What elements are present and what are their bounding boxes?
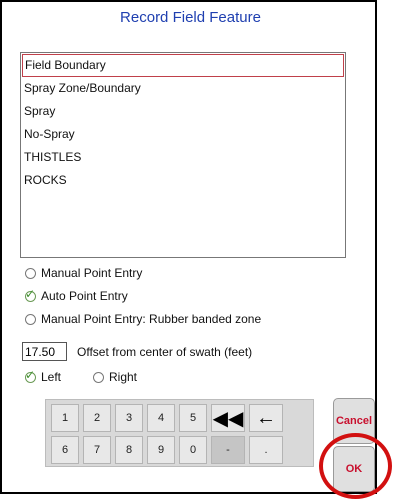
list-item[interactable]: ROCKS [21, 169, 345, 192]
left-side-option[interactable]: ✓ Left [25, 368, 62, 384]
dialog-title: Record Field Feature [120, 9, 261, 26]
list-item[interactable]: Spray [21, 100, 345, 123]
offset-input[interactable] [22, 342, 67, 361]
key-5[interactable]: 5 [179, 404, 207, 432]
key-8[interactable]: 8 [115, 436, 143, 464]
offset-row: Offset from center of swath (feet) [22, 342, 252, 361]
check-icon: ✓ [25, 367, 36, 382]
option-label: Manual Point Entry: Rubber banded zone [41, 312, 262, 326]
list-item[interactable]: Spray Zone/Boundary [21, 77, 345, 100]
list-item[interactable]: Field Boundary [22, 54, 344, 77]
key-minus[interactable]: - [211, 436, 245, 464]
offset-label: Offset from center of swath (feet) [77, 344, 253, 359]
auto-point-entry-option[interactable]: ✓ Auto Point Entry [25, 287, 128, 303]
manual-point-entry-option[interactable]: Manual Point Entry [25, 266, 142, 280]
list-item[interactable]: No-Spray [21, 123, 345, 146]
key-6[interactable]: 6 [51, 436, 79, 464]
feature-listbox[interactable]: Field Boundary Spray Zone/Boundary Spray… [20, 52, 346, 258]
key-decimal[interactable]: . [249, 436, 283, 464]
key-1[interactable]: 1 [51, 404, 79, 432]
numeric-keypad: 1 2 3 4 5 ◀◀ ← 6 7 8 9 0 - . [45, 399, 314, 467]
option-label: Manual Point Entry [41, 266, 143, 280]
key-4[interactable]: 4 [147, 404, 175, 432]
radio-button[interactable] [25, 267, 36, 279]
right-side-option[interactable]: Right [93, 370, 137, 384]
key-0[interactable]: 0 [179, 436, 207, 464]
key-7[interactable]: 7 [83, 436, 111, 464]
radio-button[interactable] [93, 371, 104, 383]
rubber-banded-entry-option[interactable]: Manual Point Entry: Rubber banded zone [25, 312, 261, 326]
highlight-ring [319, 433, 392, 499]
option-label: Right [109, 370, 138, 384]
check-icon: ✓ [25, 286, 36, 301]
key-2[interactable]: 2 [83, 404, 111, 432]
option-label: Auto Point Entry [41, 289, 128, 303]
key-3[interactable]: 3 [115, 404, 143, 432]
radio-button[interactable] [25, 313, 36, 325]
list-item[interactable]: THISTLES [21, 146, 345, 169]
record-field-feature-dialog: Record Field Feature Field Boundary Spra… [0, 0, 377, 494]
key-9[interactable]: 9 [147, 436, 175, 464]
radio-button-checked[interactable]: ✓ [25, 368, 36, 383]
option-label: Left [41, 370, 62, 384]
backspace-icon[interactable]: ← [249, 404, 283, 432]
radio-button-checked[interactable]: ✓ [25, 287, 36, 302]
clear-all-icon[interactable]: ◀◀ [211, 404, 245, 432]
